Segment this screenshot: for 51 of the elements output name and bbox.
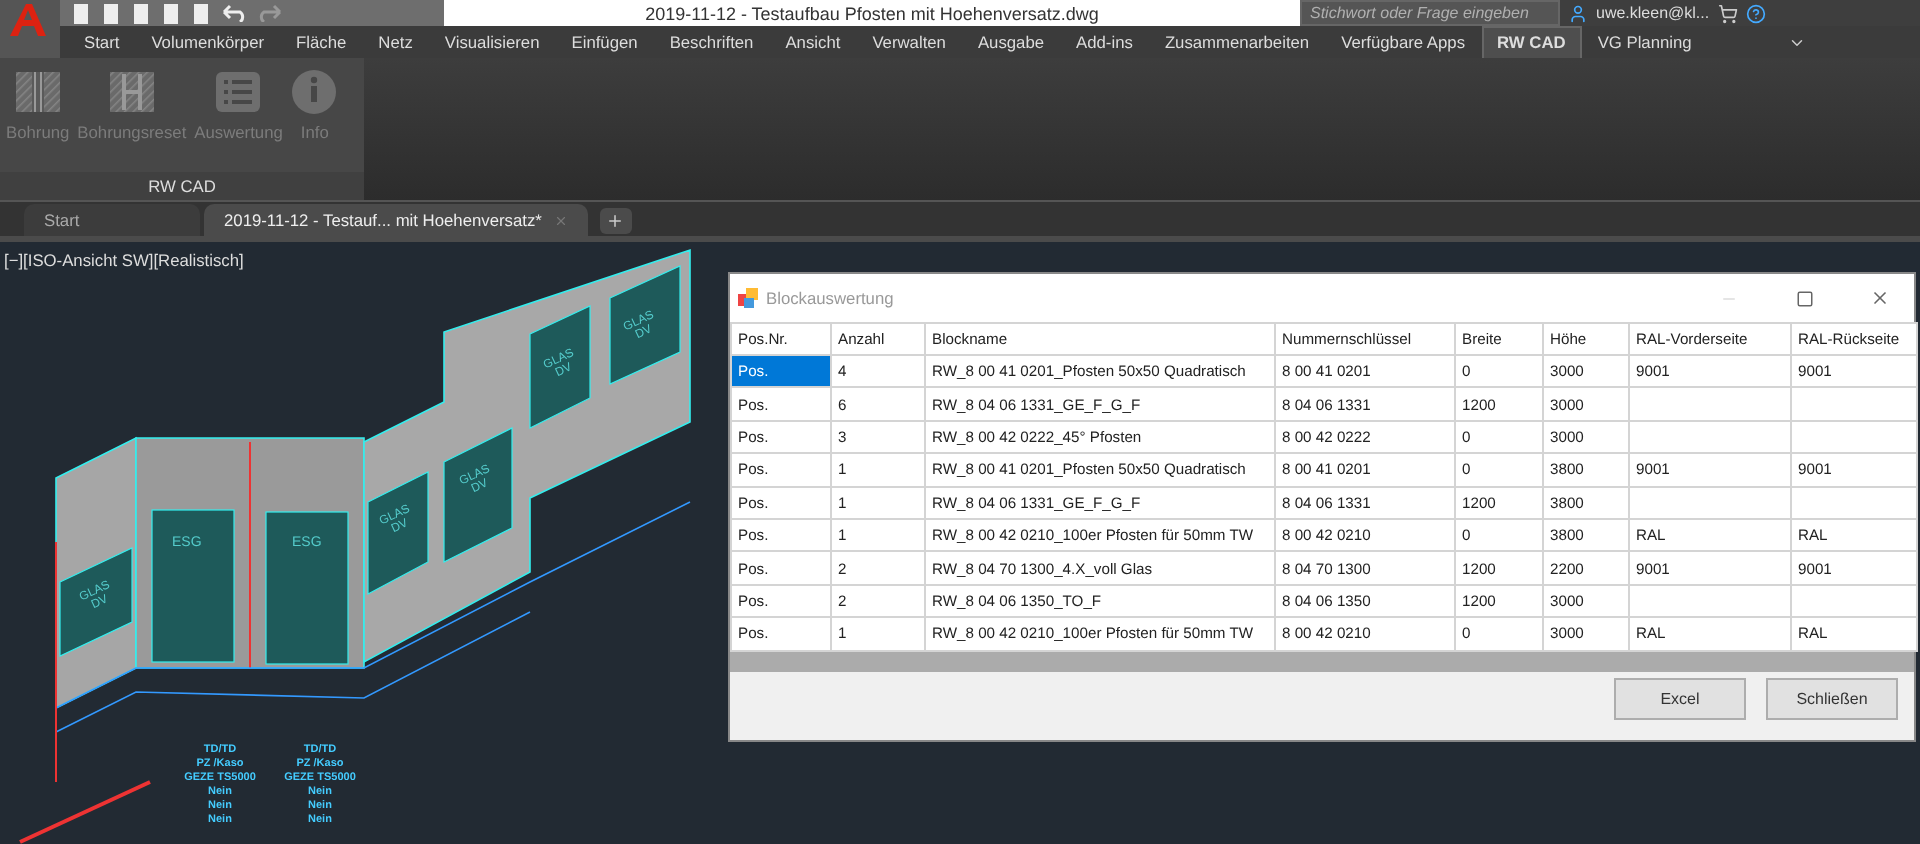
dialog-button[interactable]: Schließen bbox=[1766, 678, 1898, 721]
hatched-post-icon bbox=[13, 68, 62, 116]
table-cell[interactable] bbox=[1791, 387, 1917, 421]
new-tab-button[interactable] bbox=[599, 208, 632, 234]
table-cell[interactable] bbox=[1629, 486, 1791, 519]
table-cell[interactable] bbox=[1791, 420, 1917, 454]
info-icon bbox=[290, 68, 339, 116]
ribbon-tab[interactable]: Einfügen bbox=[555, 26, 654, 58]
dropdown-caret-icon[interactable] bbox=[1787, 34, 1806, 52]
table-cell[interactable] bbox=[1629, 420, 1791, 454]
dialog-button[interactable]: Excel bbox=[1614, 678, 1746, 721]
plus-icon bbox=[606, 212, 625, 230]
table-cell[interactable] bbox=[1629, 387, 1791, 421]
panel-label: RW CAD bbox=[0, 172, 364, 200]
cart-icon[interactable] bbox=[1717, 3, 1738, 23]
ribbon-tab[interactable]: Visualisieren bbox=[428, 26, 556, 58]
app-window-icon bbox=[738, 288, 758, 308]
user-name[interactable]: uwe.kleen@kl... bbox=[1596, 4, 1710, 22]
close-icon[interactable] bbox=[553, 213, 568, 227]
window-title: 2019-11-12 - Testaufbau Pfosten mit Hoehenversatz.dwg bbox=[645, 3, 1099, 23]
ribbon-tab[interactable]: Add-ins bbox=[1060, 26, 1149, 58]
table-cell[interactable] bbox=[1791, 584, 1917, 618]
undo-arrow-icon[interactable] bbox=[222, 4, 246, 22]
list-icon bbox=[214, 68, 263, 116]
ribbon-tab[interactable]: Verwalten bbox=[856, 26, 962, 58]
user-icon[interactable] bbox=[1568, 3, 1588, 23]
dialog-title: Blockauswertung bbox=[766, 288, 896, 308]
ribbon-tab[interactable]: Start bbox=[68, 26, 136, 58]
document-tab[interactable]: 2019-11-12 - Testauf... mit Hoehenversatz* bbox=[204, 204, 588, 236]
viewport-label[interactable]: [−][ISO-Ansicht SW][Realistisch] bbox=[4, 250, 244, 270]
ribbon-tab[interactable]: Volumenkörper bbox=[135, 26, 281, 58]
search-field[interactable]: Stichwort oder Frage eingeben bbox=[1300, 0, 1560, 26]
table-cell[interactable] bbox=[1629, 584, 1791, 618]
ribbon-tab[interactable]: Ansicht bbox=[769, 26, 857, 58]
ribbon-tab[interactable]: VG Planning bbox=[1581, 26, 1708, 58]
close-icon bbox=[1870, 288, 1890, 308]
ribbon-tab[interactable]: Zusammenarbeiten bbox=[1148, 26, 1326, 58]
ribbon-tab[interactable]: Fläche bbox=[280, 26, 363, 58]
app-logo[interactable] bbox=[0, 0, 60, 58]
document-tab[interactable]: Start bbox=[24, 204, 200, 236]
ribbon-tab[interactable]: Verfügbare Apps bbox=[1325, 26, 1482, 58]
table-cell[interactable] bbox=[1791, 486, 1917, 519]
letter-a-logo-icon bbox=[8, 2, 52, 38]
ribbon-tab[interactable]: Netz bbox=[362, 26, 429, 58]
redo-arrow-icon[interactable] bbox=[258, 4, 282, 22]
help-icon[interactable] bbox=[1745, 3, 1766, 23]
ribbon-tab[interactable]: RW CAD bbox=[1481, 26, 1582, 58]
maximize-icon bbox=[1795, 289, 1813, 307]
hatched-post-icon bbox=[107, 68, 156, 116]
ribbon-tab[interactable]: Ausgabe bbox=[961, 26, 1061, 58]
ribbon-tab[interactable]: Beschriften bbox=[653, 26, 770, 58]
